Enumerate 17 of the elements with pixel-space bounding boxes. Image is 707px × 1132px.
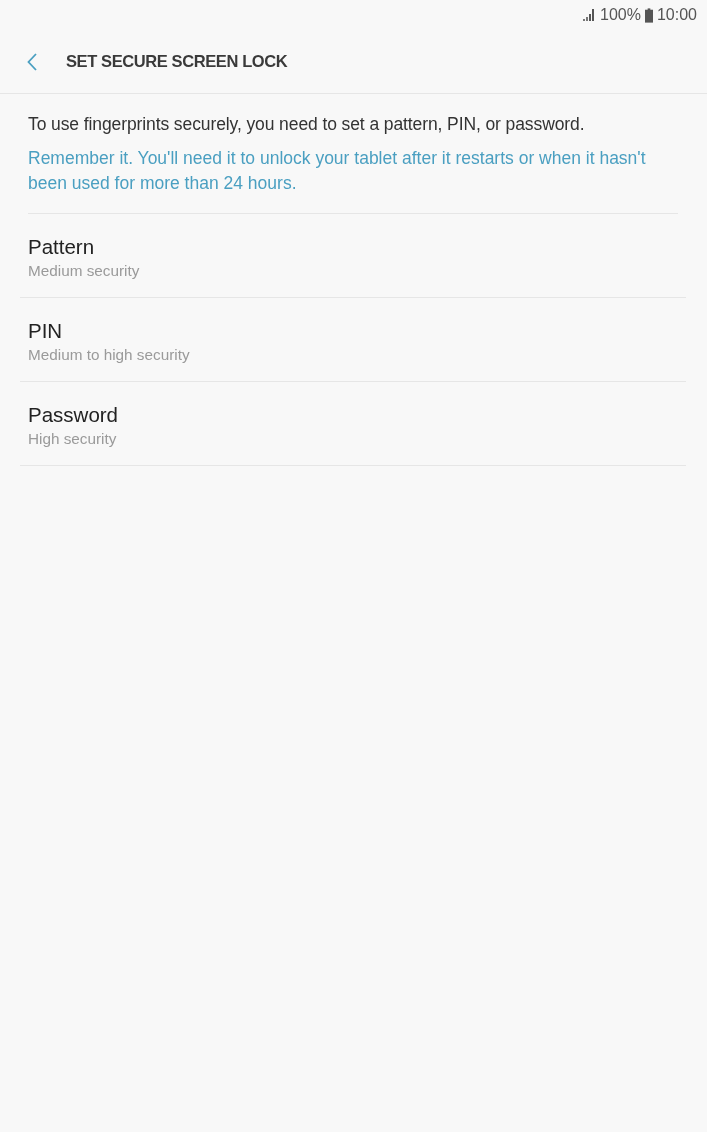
option-title: Pattern <box>28 234 96 260</box>
signal-icon <box>583 9 596 21</box>
option-subtitle: High security <box>28 429 118 449</box>
option-title: Password <box>28 402 119 428</box>
option-subtitle: Medium security <box>28 261 141 281</box>
option-subtitle: Medium to high security <box>28 345 191 365</box>
option-title: PIN <box>28 318 64 344</box>
intro-text: To use fingerprints securely, you need to set a pattern, PIN, or password. <box>28 113 586 136</box>
reminder-note: Remember it. You'll need it to unlock your tablet after it restarts or when it hasn't been used for more than 24 hours. <box>28 147 647 195</box>
lock-option[interactable]: Pattern Medium security <box>20 214 686 298</box>
lock-option[interactable]: PIN Medium to high security <box>20 298 686 382</box>
back-chevron-icon <box>26 52 38 71</box>
lock-option[interactable]: Password High security <box>20 382 686 466</box>
battery-icon <box>644 7 653 23</box>
screen-title: SET SECURE SCREEN LOCK <box>66 52 288 71</box>
clock-time: 10:00 <box>656 6 697 24</box>
battery-percent: 100% <box>600 6 641 24</box>
